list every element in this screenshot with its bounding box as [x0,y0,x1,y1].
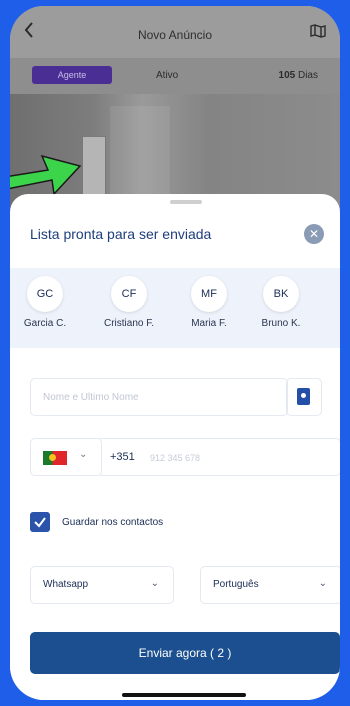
chevron-down-icon: ⌄ [318,578,327,589]
contact-item[interactable]: MF Maria F. [174,276,244,329]
phone-row: ⌄ +351 [30,438,340,477]
status-label: Ativo [156,70,179,81]
top-nav: Novo Anúncio [10,6,340,58]
contact-name: Maria F. [191,318,227,329]
country-code-select[interactable]: ⌄ [30,438,102,476]
check-icon [34,517,46,528]
phone-screen: Novo Anúncio Agente Ativo 105 Dias Lista… [10,6,340,700]
dial-code: +351 [110,451,135,463]
home-indicator [122,693,246,697]
avatar: BK [263,276,299,312]
language-value: Português [213,579,259,590]
contact-name: Garcia C. [23,318,67,329]
phone-field: +351 [100,438,340,477]
channel-select[interactable]: Whatsapp ⌄ [30,566,174,604]
contact-item[interactable]: BK Bruno K. [246,276,316,329]
contact-item[interactable]: GC Garcia C. [10,276,80,329]
arrow-right-icon [10,154,82,196]
close-icon[interactable]: ✕ [304,224,324,244]
channel-value: Whatsapp [43,579,89,590]
avatar: GC [27,276,63,312]
contacts-book-button[interactable] [286,378,322,416]
contact-name: Bruno K. [261,318,301,329]
language-select[interactable]: Português ⌄ [200,566,340,604]
listing-status-row: Agente Ativo 105 Dias [10,58,340,94]
agent-badge: Agente [32,66,112,84]
chevron-down-icon: ⌄ [150,578,159,589]
save-contact-label: Guardar nos contactos [62,517,164,528]
contacts-book-icon [297,388,310,405]
days-label: Dias [297,70,318,81]
avatar: CF [111,276,147,312]
save-contact-checkbox[interactable] [30,512,50,532]
page-title: Novo Anúncio [137,28,213,42]
portugal-flag-icon [43,451,67,465]
name-field [30,378,288,416]
sheet-grabber[interactable] [170,200,202,204]
days-value: 105 [278,70,296,81]
avatar: MF [191,276,227,312]
map-icon[interactable] [310,24,326,43]
name-input[interactable] [31,379,285,415]
contacts-strip: GC Garcia C. CF Cristiano F. MF Maria F.… [10,268,340,348]
chevron-down-icon: ⌄ [79,449,88,460]
sheet-title: Lista pronta para ser enviada [30,226,212,242]
days-counter: 105 Dias [279,70,318,81]
send-list-sheet: Lista pronta para ser enviada ✕ GC Garci… [10,194,340,700]
send-now-button[interactable]: Enviar agora ( 2 ) [30,632,340,674]
phone-input[interactable] [148,439,332,477]
contact-name: Cristiano F. [103,318,154,329]
contact-item[interactable]: CF Cristiano F. [94,276,164,329]
